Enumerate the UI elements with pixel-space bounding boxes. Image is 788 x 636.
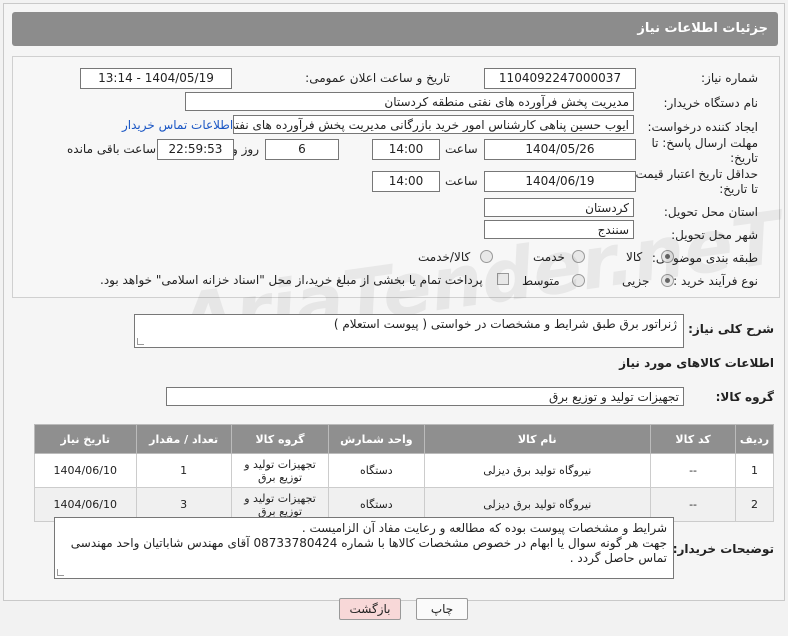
process-option-medium: متوسط (522, 274, 560, 288)
days-label: روز و (232, 142, 259, 156)
min-price-time-label: ساعت (445, 174, 478, 188)
cell-date: 1404/06/10 (34, 453, 137, 488)
deadline-label: مهلت ارسال پاسخ: تا (651, 136, 758, 150)
cell-unit: دستگاه (328, 453, 425, 488)
buyer-notes-label: توضیحات خریدار: (672, 542, 774, 556)
process-radio-medium[interactable] (572, 274, 585, 287)
process-option-minor: جزیی (622, 274, 650, 288)
col-name: نام کالا (423, 424, 652, 454)
min-price-date-field[interactable]: 1404/06/19 (484, 171, 636, 192)
buyer-notes-line-1: شرایط و مشخصات پیوست بوده که مطالعه و رع… (301, 521, 667, 535)
buyer-notes-line-2: جهت هر گونه سوال یا ابهام در خصوص مشخصات… (70, 536, 667, 550)
category-radio-service[interactable] (572, 250, 585, 263)
cell-name: نیروگاه تولید برق دیزلی (423, 453, 652, 488)
deadline-time-field[interactable]: 14:00 (372, 139, 440, 160)
category-option-both: کالا/خدمت (418, 250, 471, 264)
buyer-org-label: نام دستگاه خریدار: (663, 96, 759, 110)
cell-code: -- (650, 453, 737, 488)
goods-section-title: اطلاعات کالاهای مورد نیاز (619, 356, 774, 370)
min-price-label-2: تا تاریخ: (719, 182, 758, 196)
goods-group-label: گروه کالا: (715, 390, 774, 404)
category-radio-both[interactable] (480, 250, 493, 263)
city-field[interactable]: سنندج (484, 220, 634, 239)
buyer-org-field[interactable]: مدیریت پخش فرآورده های نفتی منطقه کردستا… (185, 92, 634, 111)
resize-handle[interactable] (137, 338, 144, 345)
creator-field[interactable]: ایوب حسین پناهی کارشناس امور خرید بازرگا… (233, 115, 634, 134)
deadline-label-2: تاریخ: (730, 151, 758, 165)
description-textarea[interactable]: ژنراتور برق طبق شرایط و مشخصات در خواستی… (134, 314, 684, 348)
creator-label: ایجاد کننده درخواست: (647, 120, 758, 134)
goods-table-header: ردیف کد کالا نام کالا واحد شمارش گروه کا… (34, 424, 774, 454)
min-price-label: حداقل تاریخ اعتبار قیمت: (631, 167, 758, 181)
process-label: نوع فرآیند خرید : (673, 274, 758, 288)
resize-handle[interactable] (57, 569, 64, 576)
process-radio-minor[interactable] (661, 274, 674, 287)
deadline-date-field[interactable]: 1404/05/26 (484, 139, 636, 160)
announce-label: تاریخ و ساعت اعلان عمومی: (305, 71, 450, 85)
days-field[interactable]: 6 (265, 139, 339, 160)
announce-field[interactable]: 1404/05/19 - 13:14 (80, 68, 232, 89)
col-code: کد کالا (650, 424, 737, 454)
need-number-field[interactable]: 1104092247000037 (484, 68, 636, 89)
col-date: تاریخ نیاز (34, 424, 137, 454)
province-label: استان محل تحویل: (663, 205, 758, 219)
province-field[interactable]: کردستان (484, 198, 634, 217)
description-label: شرح کلی نیاز: (688, 322, 774, 336)
contact-info-link[interactable]: اطلاعات تماس خریدار (122, 118, 233, 132)
cell-row: 2 (735, 487, 774, 522)
deadline-time-label: ساعت (445, 142, 478, 156)
remaining-time-field[interactable]: 22:59:53 (157, 139, 234, 160)
city-label: شهر محل تحویل: (671, 228, 758, 242)
payment-note: پرداخت تمام یا بخشی از مبلغ خرید،از محل … (100, 273, 483, 287)
back-button[interactable]: بازگشت (339, 598, 401, 620)
category-radio-goods[interactable] (661, 250, 674, 263)
col-group: گروه کالا (230, 424, 330, 454)
description-text: ژنراتور برق طبق شرایط و مشخصات در خواستی… (333, 317, 677, 331)
category-option-goods: کالا (626, 250, 643, 264)
need-number-label: شماره نیاز: (701, 71, 758, 85)
col-row: ردیف (735, 424, 774, 454)
cell-row: 1 (735, 453, 774, 488)
col-unit: واحد شمارش (328, 424, 425, 454)
page-title: جزئیات اطلاعات نیاز (637, 21, 768, 36)
print-button[interactable]: چاپ (416, 598, 468, 620)
col-qty: تعداد / مقدار (135, 424, 232, 454)
goods-group-field[interactable]: تجهیزات تولید و توزیع برق (166, 387, 684, 406)
table-row: 1 -- نیروگاه تولید برق دیزلی دستگاه تجهی… (34, 453, 774, 488)
min-price-time-field[interactable]: 14:00 (372, 171, 440, 192)
remaining-label: ساعت باقی مانده (67, 142, 157, 156)
buyer-notes-textarea[interactable]: شرایط و مشخصات پیوست بوده که مطالعه و رع… (54, 517, 674, 579)
cell-group: تجهیزات تولید و توزیع برق (230, 453, 330, 488)
page-header: جزئیات اطلاعات نیاز (12, 12, 778, 46)
category-option-service: خدمت (533, 250, 565, 264)
buyer-notes-line-3: تماس حاصل گردد . (569, 551, 667, 565)
cell-qty: 1 (135, 453, 232, 488)
treasury-checkbox[interactable] (497, 273, 509, 285)
goods-table: ردیف کد کالا نام کالا واحد شمارش گروه کا… (34, 424, 774, 522)
